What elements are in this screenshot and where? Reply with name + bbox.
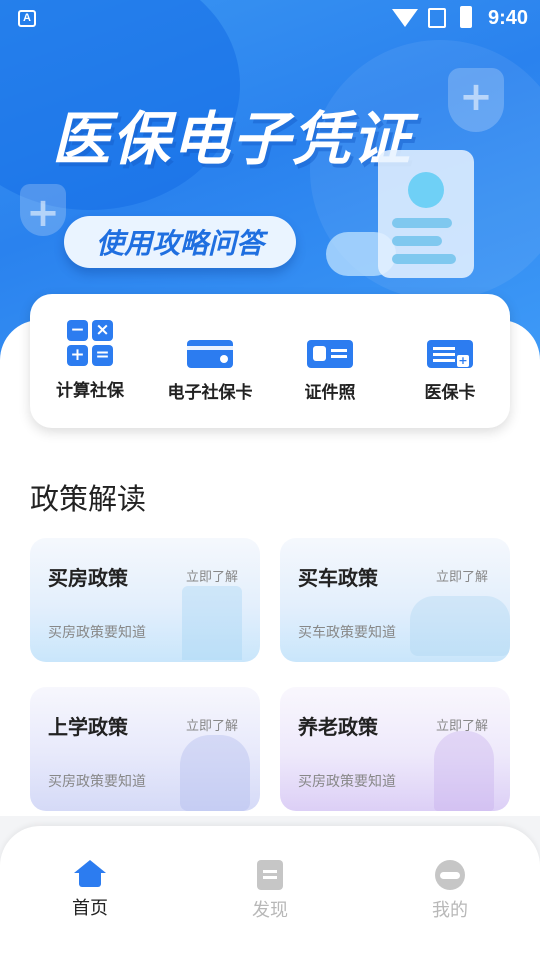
policy-learn-more-link[interactable]: 立即了解 [186,566,238,585]
illustration-bar [392,236,442,246]
policy-subtitle: 买车政策要知道 [298,625,396,641]
policy-learn-more-link[interactable]: 立即了解 [436,566,488,585]
bottom-nav: 首页 发现 我的 [0,826,540,960]
policy-title: 养老政策 [298,715,378,739]
calc-minus: − [67,320,88,341]
car-illustration [410,596,510,656]
illustration-bar [392,254,456,264]
calc-plus: + [67,345,88,366]
backpack-illustration [180,735,250,811]
id-photo-icon [307,340,353,368]
quick-action-label: 计算社保 [56,381,124,401]
clock: 9:40 [487,7,528,29]
banner-title: 医保电子凭证 [52,105,413,173]
quick-action-label: 证件照 [304,383,356,403]
nav-label: 我的 [432,900,468,921]
quick-action-calculate[interactable]: − × + = 计算社保 [30,320,150,401]
banner-guide-button[interactable]: 使用攻略问答 [64,216,296,268]
smiley-icon [408,172,444,208]
policy-card-school[interactable]: 上学政策 立即了解 买房政策要知道 [30,687,260,811]
calc-equals: = [92,345,113,366]
policy-title: 买房政策 [48,566,128,590]
quick-action-id-photo[interactable]: 证件照 [270,320,390,403]
profile-icon [435,860,465,890]
quick-actions-card: − × + = 计算社保 电子社保卡 证件照 医保卡 [30,294,510,428]
wifi-icon [392,9,418,27]
quick-action-label: 电子社保卡 [167,383,253,403]
policy-card-car[interactable]: 买车政策 立即了解 买车政策要知道 [280,538,510,662]
nav-item-profile[interactable]: 我的 [390,860,510,922]
policy-title: 上学政策 [48,715,128,739]
section-title: 政策解读 [30,482,147,516]
phone-illustration [378,150,474,278]
shield-icon [448,68,504,132]
policy-title: 买车政策 [298,566,378,590]
nav-label: 发现 [252,900,288,921]
nav-label: 首页 [72,898,108,919]
policy-card-house[interactable]: 买房政策 立即了解 买房政策要知道 [30,538,260,662]
battery-icon [460,6,472,28]
policy-card-pension[interactable]: 养老政策 立即了解 买房政策要知道 [280,687,510,811]
quick-action-label: 医保卡 [424,383,476,403]
elderly-illustration [434,731,494,811]
building-illustration [182,586,242,660]
policy-learn-more-link[interactable]: 立即了解 [436,715,488,734]
social-security-card-icon [187,340,233,368]
quick-action-e-card[interactable]: 电子社保卡 [150,320,270,403]
app-notification-icon: A [18,10,36,27]
no-sim-icon [428,8,446,28]
home-icon [74,860,106,888]
quick-action-medical-card[interactable]: 医保卡 [390,320,510,403]
calc-times: × [92,320,113,341]
policy-subtitle: 买房政策要知道 [48,774,146,790]
policy-subtitle: 买房政策要知道 [298,774,396,790]
nav-item-discover[interactable]: 发现 [210,860,330,922]
discover-icon [257,860,283,890]
illustration-bar [392,218,452,228]
nav-item-home[interactable]: 首页 [30,860,150,920]
policy-subtitle: 买房政策要知道 [48,625,146,641]
status-bar: A 9:40 [0,0,540,36]
calculator-icon: − × + = [67,320,113,366]
shield-icon [20,184,66,236]
policy-learn-more-link[interactable]: 立即了解 [186,715,238,734]
medical-insurance-card-icon [427,340,473,368]
